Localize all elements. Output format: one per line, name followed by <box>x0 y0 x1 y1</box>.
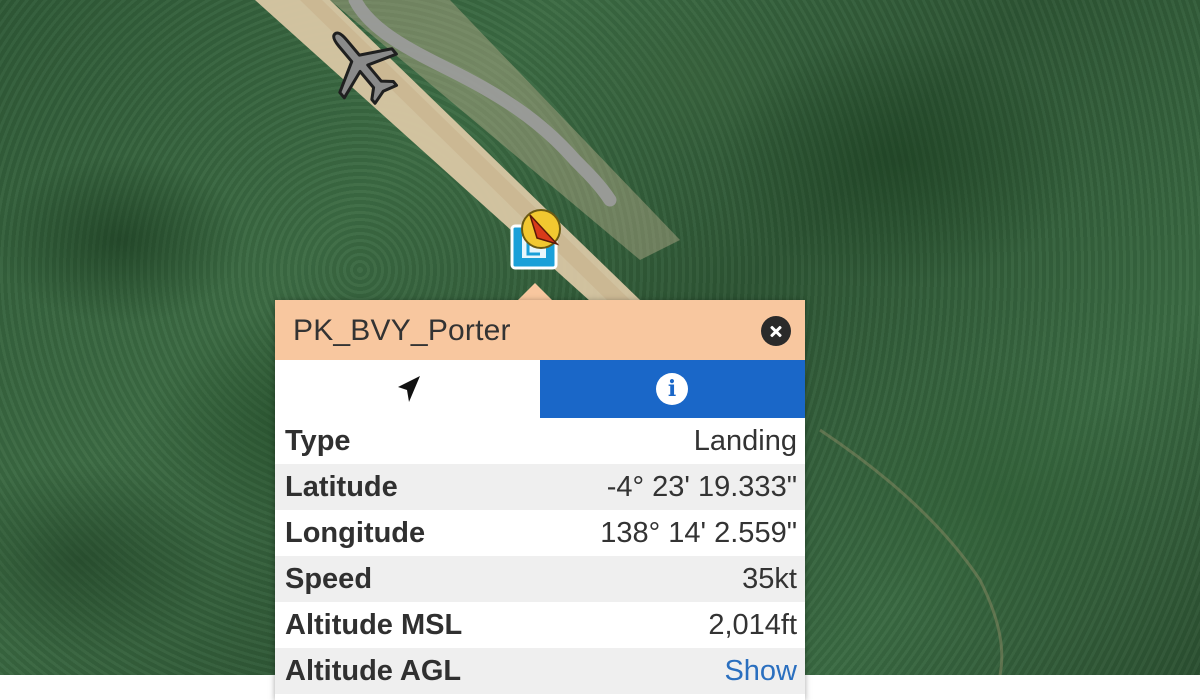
row-altitude-agl: Altitude AGL Show <box>275 648 805 694</box>
row-label: Latitude <box>285 470 398 503</box>
aircraft-marker-icon[interactable] <box>521 209 561 249</box>
info-table: Type Landing Latitude -4° 23' 19.333" Lo… <box>275 418 805 694</box>
row-value: 35kt <box>742 562 797 595</box>
show-agl-link[interactable]: Show <box>724 655 797 688</box>
row-altitude-msl: Altitude MSL 2,014ft <box>275 602 805 648</box>
popup-title: PK_BVY_Porter <box>293 314 511 347</box>
row-value: -4° 23' 19.333" <box>606 470 797 503</box>
row-latitude: Latitude -4° 23' 19.333" <box>275 464 805 510</box>
row-value: Landing <box>693 424 797 457</box>
row-type: Type Landing <box>275 418 805 464</box>
tab-info[interactable]: i <box>540 360 805 418</box>
row-longitude: Longitude 138° 14' 2.559" <box>275 510 805 556</box>
row-speed: Speed 35kt <box>275 556 805 602</box>
row-label: Speed <box>285 562 373 595</box>
popup-tabs: i <box>275 360 805 418</box>
popup-tail <box>517 283 553 301</box>
row-label: Altitude MSL <box>285 608 463 641</box>
aircraft-info-popup: PK_BVY_Porter i Type Landing Latitude -4… <box>275 300 805 700</box>
dirt-track <box>819 428 1004 675</box>
row-value: 2,014ft <box>708 608 797 641</box>
row-label: Altitude AGL <box>285 654 462 687</box>
tab-navigate[interactable] <box>275 360 540 418</box>
row-label: Type <box>285 424 351 457</box>
navigation-arrow-icon <box>398 376 420 402</box>
close-icon[interactable] <box>761 316 791 346</box>
popup-header: PK_BVY_Porter <box>275 300 805 360</box>
info-icon: i <box>656 373 688 405</box>
row-label: Longitude <box>285 516 426 549</box>
row-value: 138° 14' 2.559" <box>600 516 797 549</box>
